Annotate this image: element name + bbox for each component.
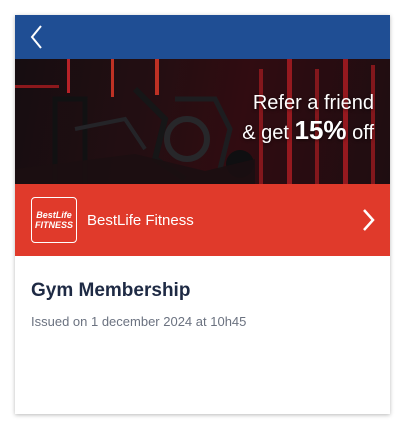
- promo-prefix: & get: [242, 122, 295, 144]
- promo-suffix: off: [346, 122, 374, 144]
- promo-banner[interactable]: Refer a friend & get 15% off: [15, 59, 390, 184]
- top-bar: [15, 15, 390, 59]
- brand-name: BestLife Fitness: [87, 211, 194, 229]
- promo-discount: 15%: [294, 115, 347, 145]
- promo-line1: Refer a friend: [252, 92, 374, 114]
- brand-open-button[interactable]: [346, 184, 390, 256]
- chevron-right-icon: [363, 209, 375, 231]
- chevron-left-icon: [30, 25, 42, 49]
- issued-date: Issued on 1 december 2024 at 10h45: [31, 314, 247, 329]
- logo-line1: BestLife: [36, 210, 72, 220]
- promo-text: Refer a friend & get 15% off: [242, 91, 374, 148]
- membership-card: Refer a friend & get 15% off BestLife FI…: [15, 15, 390, 414]
- brand-row[interactable]: BestLife FITNESS BestLife Fitness: [15, 184, 390, 256]
- back-button[interactable]: [15, 15, 59, 59]
- membership-details: Gym Membership Issued on 1 december 2024…: [15, 256, 390, 353]
- brand-logo: BestLife FITNESS: [31, 197, 77, 243]
- logo-line2: FITNESS: [34, 220, 73, 230]
- membership-title: Gym Membership: [31, 280, 191, 301]
- promo-line2: & get 15% off: [242, 115, 374, 148]
